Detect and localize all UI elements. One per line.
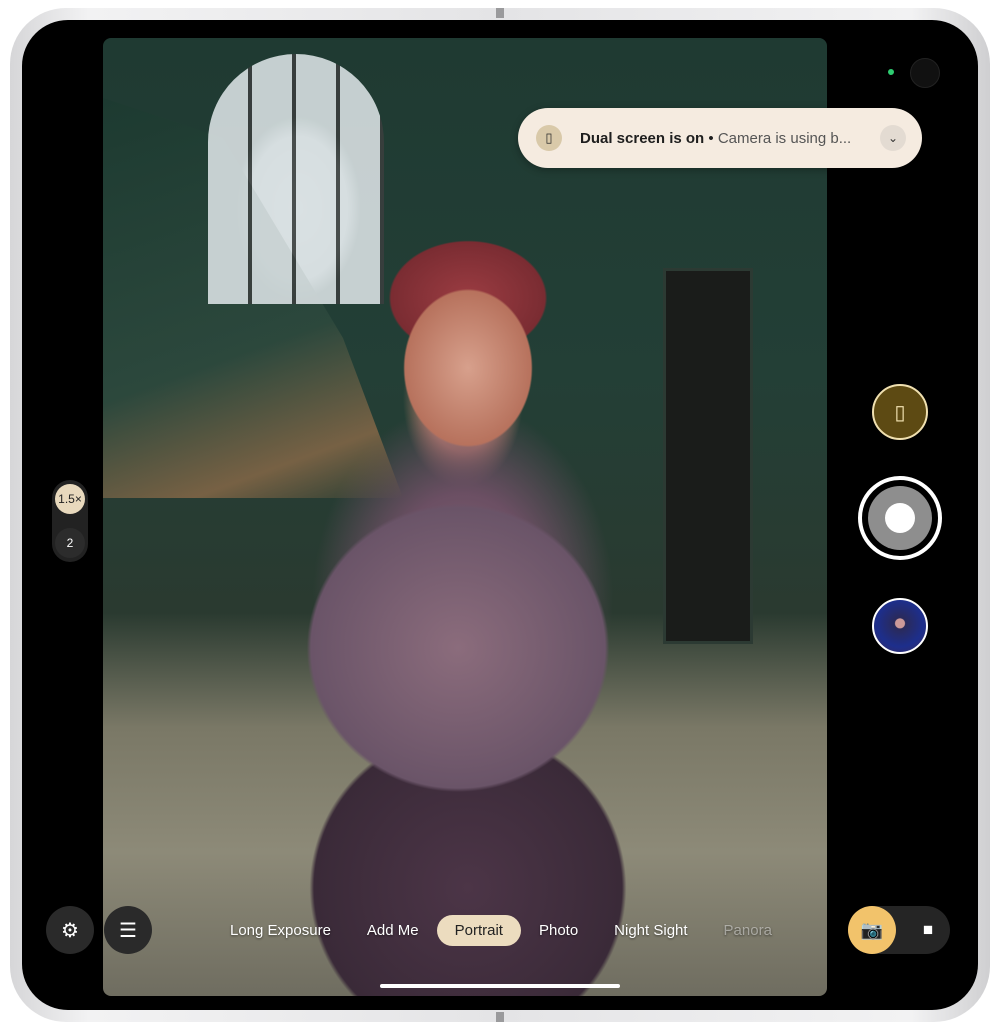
last-photo-thumbnail[interactable]	[872, 598, 928, 654]
settings-icon: ⚙	[61, 919, 79, 942]
dual-screen-icon: ▯	[536, 125, 562, 151]
zoom-1-5x-button[interactable]: 1.5×	[55, 484, 85, 514]
privacy-indicator	[888, 69, 894, 75]
notification-subtitle: Camera is using b...	[717, 129, 852, 147]
screen: ▯ Dual screen is on • Camera is using b.…	[22, 20, 978, 1010]
notification-title: Dual screen is on	[580, 129, 705, 147]
adjust-button[interactable]: ☰	[104, 906, 152, 954]
chevron-down-icon[interactable]: ⌄	[880, 125, 906, 151]
front-camera	[910, 58, 940, 88]
mode-portrait[interactable]: Portrait	[436, 914, 521, 946]
mode-add-me[interactable]: Add Me	[349, 915, 437, 946]
subject-person	[198, 238, 768, 996]
shutter-button[interactable]	[858, 476, 942, 560]
separator: •	[708, 129, 714, 147]
mode-long-exposure[interactable]: Long Exposure	[212, 915, 349, 946]
mode-selector: Long Exposure Add Me Portrait Photo Nigh…	[212, 913, 790, 947]
home-indicator[interactable]	[380, 984, 620, 988]
zoom-2x-button[interactable]: 2	[55, 528, 85, 558]
zoom-selector: 1.5× 2	[52, 480, 88, 562]
photo-mode-button[interactable]: 📷	[848, 906, 896, 954]
dual-screen-button[interactable]: ▯	[872, 384, 928, 440]
mode-panorama[interactable]: Panora	[706, 915, 790, 946]
camera-viewfinder[interactable]	[103, 38, 827, 996]
dual-screen-icon: ▯	[894, 401, 906, 424]
sliders-icon: ☰	[119, 919, 137, 942]
photo-video-toggle: 📷 ■	[848, 906, 950, 954]
settings-button[interactable]: ⚙	[46, 906, 94, 954]
mode-night-sight[interactable]: Night Sight	[596, 915, 705, 946]
mode-photo[interactable]: Photo	[521, 915, 596, 946]
video-icon: ■	[922, 920, 934, 939]
dual-screen-notification[interactable]: ▯ Dual screen is on • Camera is using b.…	[518, 108, 922, 168]
video-mode-button[interactable]: ■	[916, 918, 940, 942]
camera-icon: 📷	[860, 919, 884, 940]
